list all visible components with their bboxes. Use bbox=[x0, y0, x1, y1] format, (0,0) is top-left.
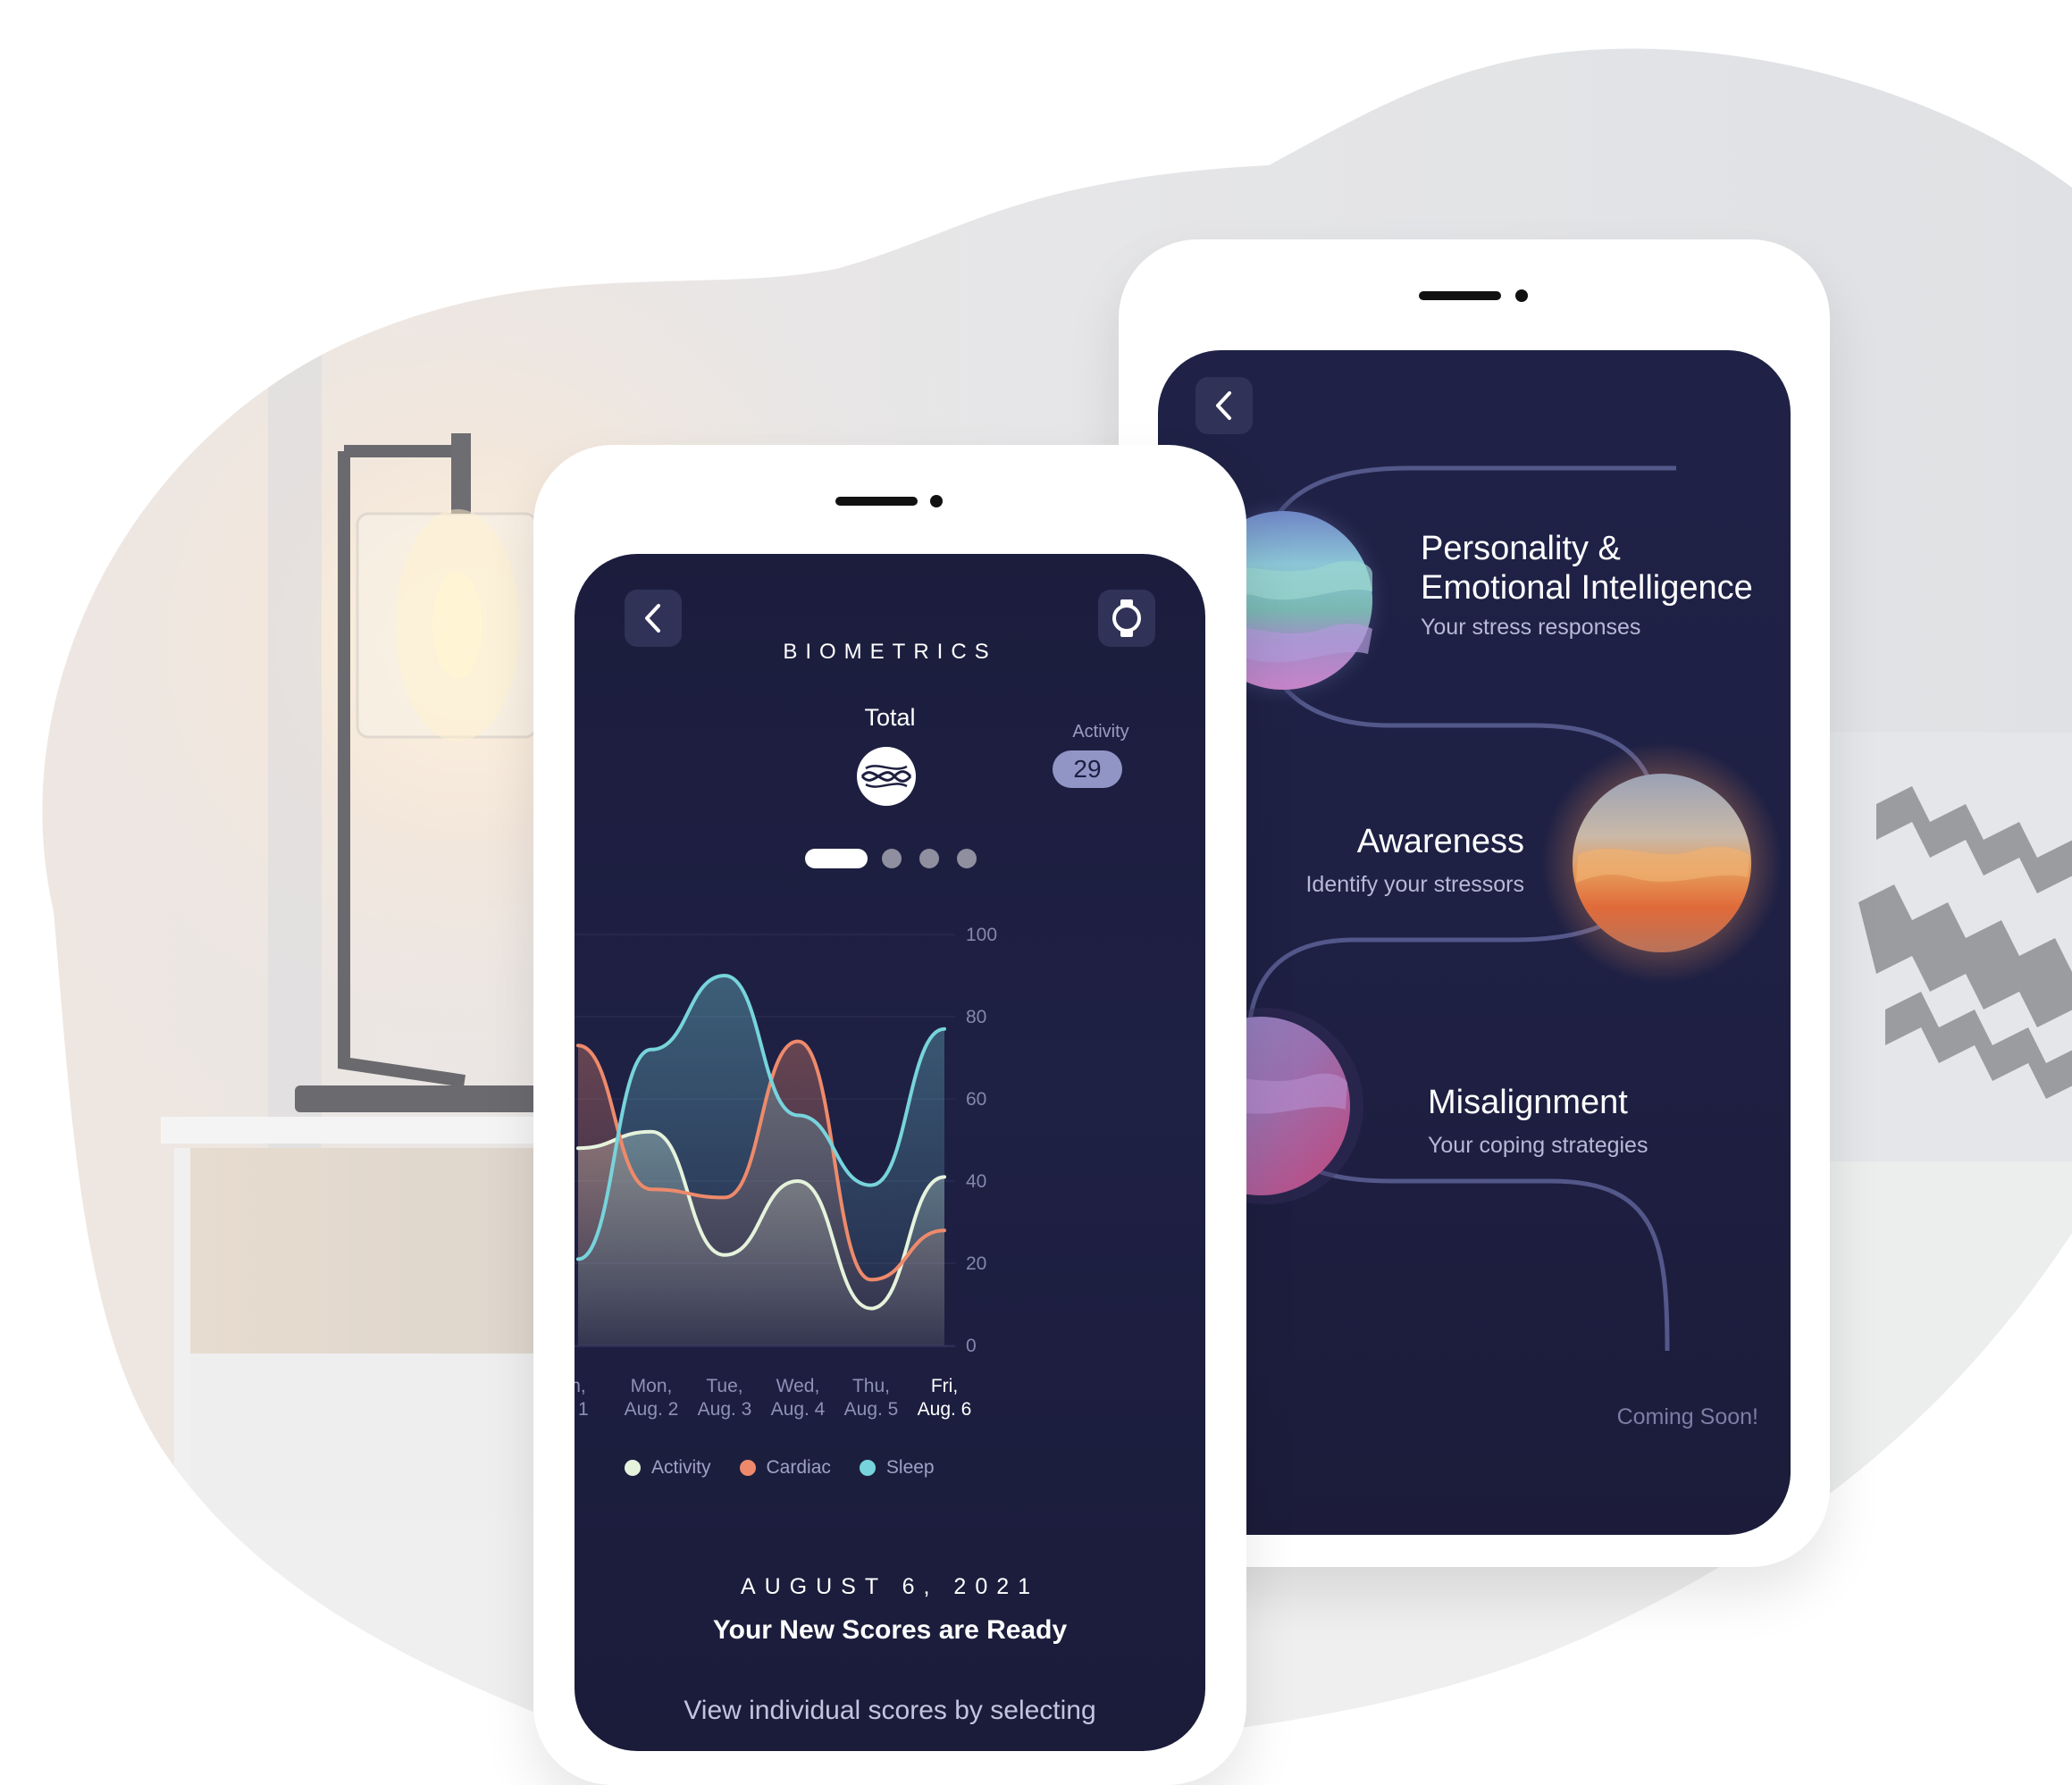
chart-legend: Activity Cardiac Sleep bbox=[625, 1456, 963, 1479]
biometrics-chart: 100 80 60 40 20 0 n, . 1 Mon, Aug. 2 Tue, Aug. 3 Wed… bbox=[575, 925, 997, 1420]
pager-dot[interactable] bbox=[919, 849, 939, 868]
phone-camera bbox=[930, 495, 943, 507]
pager-dots bbox=[575, 849, 1205, 868]
x-tick-label: Tue, bbox=[706, 1376, 742, 1396]
activity-score-badge[interactable]: 29 bbox=[1053, 750, 1122, 788]
journey-item-title[interactable]: Misalignment bbox=[1428, 1083, 1628, 1122]
back-button[interactable] bbox=[1195, 377, 1253, 434]
page-title: BIOMETRICS bbox=[783, 640, 997, 664]
activity-label: Activity bbox=[1072, 722, 1129, 742]
legend-item-activity[interactable]: Activity bbox=[625, 1457, 711, 1479]
legend-label: Sleep bbox=[885, 1457, 935, 1478]
journey-screen: Personality & Emotional Intelligence You… bbox=[1158, 350, 1791, 1535]
x-tick-label: Aug. 2 bbox=[625, 1399, 679, 1420]
x-tick-label: n, bbox=[575, 1376, 586, 1396]
phone-speaker bbox=[1419, 291, 1501, 300]
y-tick-label: 20 bbox=[966, 1253, 986, 1274]
y-tick-label: 100 bbox=[966, 925, 997, 945]
total-waves-icon[interactable] bbox=[857, 747, 916, 806]
watch-icon bbox=[1112, 599, 1141, 637]
pager-dot[interactable] bbox=[882, 849, 902, 868]
pager-dot-active[interactable] bbox=[805, 849, 868, 868]
legend-label: Activity bbox=[651, 1457, 711, 1478]
title-line: Personality & bbox=[1421, 530, 1621, 567]
scores-hint: View individual scores by selecting bbox=[684, 1696, 1096, 1725]
x-tick-label: Aug. 6 bbox=[918, 1399, 972, 1420]
x-tick-label: Mon, bbox=[631, 1376, 673, 1396]
legend-item-sleep[interactable]: Sleep bbox=[859, 1457, 935, 1479]
phone-biometrics: BIOMETRICS Total Activity 29 100 80 60 40 20… bbox=[533, 445, 1246, 1785]
back-button[interactable] bbox=[625, 590, 682, 647]
legend-item-cardiac[interactable]: Cardiac bbox=[739, 1457, 831, 1479]
x-axis-line bbox=[575, 1345, 955, 1347]
x-tick-label: Aug. 4 bbox=[771, 1399, 826, 1420]
scores-headline: Your New Scores are Ready bbox=[712, 1615, 1068, 1645]
x-tick-label: Aug. 5 bbox=[844, 1399, 899, 1420]
x-tick-label: Aug. 3 bbox=[698, 1399, 752, 1420]
scores-date: AUGUST 6, 2021 bbox=[740, 1574, 1040, 1599]
journey-item-subtitle: Your stress responses bbox=[1421, 615, 1641, 640]
y-tick-label: 0 bbox=[966, 1336, 977, 1356]
x-tick-label: Thu, bbox=[852, 1376, 890, 1396]
legend-label: Cardiac bbox=[766, 1457, 831, 1478]
journey-item-subtitle: Identify your stressors bbox=[1305, 872, 1524, 897]
series-area-sleep bbox=[578, 976, 944, 1345]
coming-soon-label: Coming Soon! bbox=[1616, 1404, 1758, 1429]
legend-dot bbox=[859, 1460, 876, 1476]
x-tick-label: Wed, bbox=[776, 1376, 820, 1396]
y-tick-label: 80 bbox=[966, 1007, 986, 1027]
journey-item-title[interactable]: Awareness bbox=[1344, 822, 1524, 861]
watch-button[interactable] bbox=[1098, 590, 1155, 647]
y-tick-label: 60 bbox=[966, 1089, 986, 1110]
x-tick-label: Fri, bbox=[931, 1376, 958, 1396]
legend-dot bbox=[739, 1460, 756, 1476]
journey-item-title[interactable]: Personality & Emotional Intelligence bbox=[1421, 529, 1753, 608]
title-line: Emotional Intelligence bbox=[1421, 569, 1753, 607]
journey-path bbox=[1167, 465, 1783, 1352]
phone-speaker bbox=[835, 497, 918, 506]
chevron-left-icon bbox=[1216, 391, 1231, 420]
x-tick-label: . 1 bbox=[575, 1399, 589, 1420]
journey-item-subtitle: Your coping strategies bbox=[1428, 1133, 1648, 1158]
phone-camera bbox=[1515, 289, 1528, 302]
pager-dot[interactable] bbox=[957, 849, 977, 868]
y-tick-label: 40 bbox=[966, 1171, 986, 1192]
legend-dot bbox=[625, 1460, 641, 1476]
chevron-left-icon bbox=[645, 604, 660, 633]
biometrics-screen: BIOMETRICS Total Activity 29 100 80 60 40 20… bbox=[575, 554, 1205, 1751]
